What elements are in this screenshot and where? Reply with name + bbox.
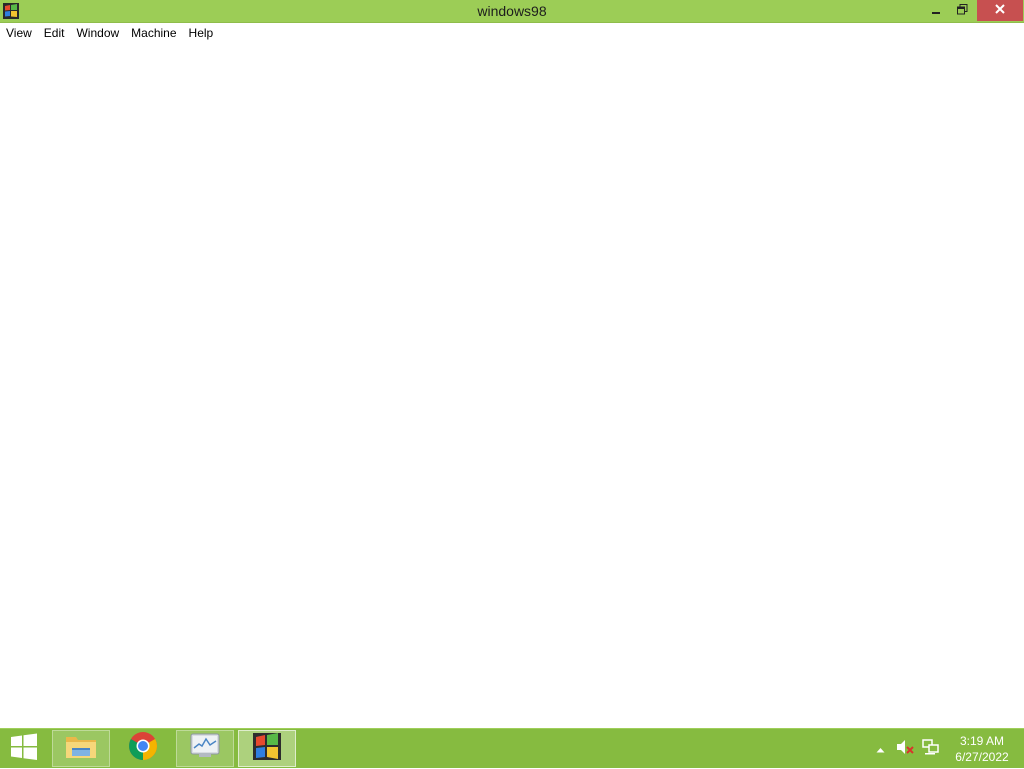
start-windows-icon xyxy=(10,733,38,766)
network-button[interactable] xyxy=(918,729,942,769)
restore-icon xyxy=(956,2,968,20)
minimize-icon xyxy=(931,2,941,20)
menu-window[interactable]: Window xyxy=(70,23,125,43)
folder-icon xyxy=(64,731,98,766)
taskbar-file-explorer[interactable] xyxy=(52,730,110,767)
restore-button[interactable] xyxy=(950,0,974,21)
title-bar[interactable]: windows98 xyxy=(0,0,1024,23)
taskbar-resource-monitor[interactable] xyxy=(176,730,234,767)
window-title: windows98 xyxy=(477,3,547,19)
vm-display-area[interactable] xyxy=(0,43,1024,728)
network-icon xyxy=(921,738,939,761)
chrome-icon xyxy=(128,731,158,766)
menu-bar: View Edit Window Machine Help xyxy=(0,23,1024,43)
windows-flag-icon xyxy=(251,730,283,767)
muted-speaker-icon xyxy=(895,738,915,761)
monitor-icon xyxy=(189,732,221,765)
taskbar: 3:19 AM 6/27/2022 xyxy=(0,728,1024,768)
volume-button[interactable] xyxy=(893,729,917,769)
start-button[interactable] xyxy=(0,729,48,769)
taskbar-chrome[interactable] xyxy=(114,730,172,767)
menu-view[interactable]: View xyxy=(0,23,38,43)
up-arrow-icon xyxy=(876,740,885,758)
menu-help[interactable]: Help xyxy=(183,23,220,43)
close-icon xyxy=(994,2,1006,20)
clock-date: 6/27/2022 xyxy=(955,750,1009,764)
show-hidden-icons-button[interactable] xyxy=(872,729,888,769)
menu-edit[interactable]: Edit xyxy=(38,23,71,43)
close-button[interactable] xyxy=(977,0,1023,21)
menu-machine[interactable]: Machine xyxy=(125,23,182,43)
clock-time: 3:19 AM xyxy=(959,734,1005,748)
taskbar-windows98-vm[interactable] xyxy=(238,730,296,767)
taskbar-clock[interactable]: 3:19 AM 6/27/2022 xyxy=(946,733,1018,765)
minimize-button[interactable] xyxy=(922,0,950,21)
